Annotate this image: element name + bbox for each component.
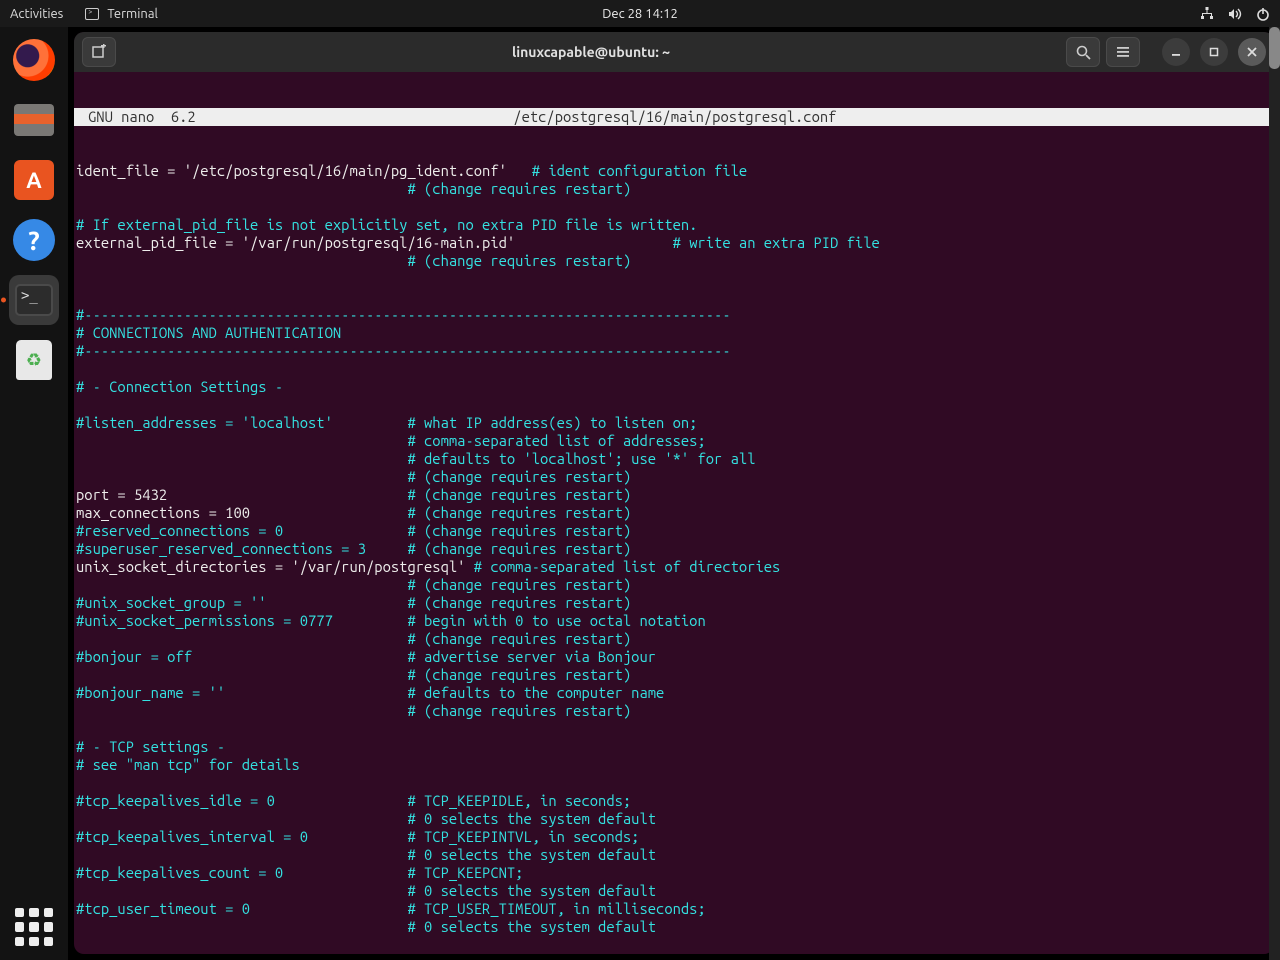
nano-line: #tcp_keepalives_idle = 0 # TCP_KEEPIDLE,… [76, 792, 1274, 810]
nano-line: #tcp_keepalives_interval = 0 # TCP_KEEPI… [76, 828, 1274, 846]
nano-line: # 0 selects the system default [76, 918, 1274, 936]
nano-line: # (change requires restart) [76, 180, 1274, 198]
maximize-button[interactable] [1200, 38, 1228, 66]
nano-line: # see "man tcp" for details [76, 756, 1274, 774]
nano-line: #tcp_user_timeout = 0 # TCP_USER_TIMEOUT… [76, 900, 1274, 918]
nano-line [76, 774, 1274, 792]
trash-icon: ♻ [16, 340, 52, 380]
nano-line: port = 5432 # (change requires restart) [76, 486, 1274, 504]
nano-line: #superuser_reserved_connections = 3 # (c… [76, 540, 1274, 558]
nano-line: # (change requires restart) [76, 630, 1274, 648]
dock: A ? >_ ♻ [0, 27, 68, 960]
nano-line: #unix_socket_group = '' # (change requir… [76, 594, 1274, 612]
search-button[interactable] [1066, 37, 1100, 67]
clock[interactable]: Dec 28 14:12 [602, 7, 678, 21]
hamburger-menu-button[interactable] [1106, 37, 1140, 67]
files-icon [14, 104, 54, 136]
nano-line: # - Connection Settings - [76, 378, 1274, 396]
active-app-indicator[interactable]: Terminal [85, 7, 158, 21]
nano-line: # comma-separated list of addresses; [76, 432, 1274, 450]
window-title: linuxcapable@ubuntu: ~ [122, 44, 1060, 60]
nano-line: max_connections = 100 # (change requires… [76, 504, 1274, 522]
nano-line: # CONNECTIONS AND AUTHENTICATION [76, 324, 1274, 342]
gnome-top-bar: Activities Terminal Dec 28 14:12 [0, 0, 1280, 27]
show-applications-button[interactable] [15, 908, 53, 946]
firefox-icon [13, 39, 55, 81]
nano-line [76, 936, 1274, 954]
nano-header: GNU nano 6.2 /etc/postgresql/16/main/pos… [74, 108, 1274, 126]
nano-line: external_pid_file = '/var/run/postgresql… [76, 234, 1274, 252]
volume-icon[interactable] [1228, 7, 1242, 21]
nano-filename: /etc/postgresql/16/main/postgresql.conf [196, 108, 1274, 126]
dock-item-software[interactable]: A [9, 155, 59, 205]
scrollbar-thumb[interactable] [1269, 27, 1280, 69]
close-button[interactable] [1238, 38, 1266, 66]
dock-item-trash[interactable]: ♻ [9, 335, 59, 385]
nano-line: # defaults to 'localhost'; use '*' for a… [76, 450, 1274, 468]
power-icon[interactable] [1256, 7, 1270, 21]
nano-line: # - TCP settings - [76, 738, 1274, 756]
window-titlebar: linuxcapable@ubuntu: ~ [74, 32, 1274, 72]
nano-line: #listen_addresses = 'localhost' # what I… [76, 414, 1274, 432]
dock-item-terminal[interactable]: >_ [9, 275, 59, 325]
terminal-icon: >_ [15, 284, 53, 316]
scrollbar[interactable] [1269, 27, 1280, 960]
nano-line: # If external_pid_file is not explicitly… [76, 216, 1274, 234]
nano-line: #---------------------------------------… [76, 342, 1274, 360]
dock-item-help[interactable]: ? [9, 215, 59, 265]
nano-line [76, 198, 1274, 216]
activities-button[interactable]: Activities [10, 7, 63, 21]
terminal-window: linuxcapable@ubuntu: ~ GNU nano 6.2 /etc… [74, 32, 1274, 954]
nano-line: # 0 selects the system default [76, 846, 1274, 864]
minimize-button[interactable] [1162, 38, 1190, 66]
help-icon: ? [13, 219, 55, 261]
nano-line: ident_file = '/etc/postgresql/16/main/pg… [76, 162, 1274, 180]
nano-version: GNU nano 6.2 [74, 108, 196, 126]
network-icon[interactable] [1200, 7, 1214, 21]
nano-line: # (change requires restart) [76, 252, 1274, 270]
nano-line: #---------------------------------------… [76, 306, 1274, 324]
nano-line: #reserved_connections = 0 # (change requ… [76, 522, 1274, 540]
nano-line [76, 288, 1274, 306]
nano-line: #bonjour = off # advertise server via Bo… [76, 648, 1274, 666]
nano-line: #bonjour_name = '' # defaults to the com… [76, 684, 1274, 702]
dock-item-firefox[interactable] [9, 35, 59, 85]
nano-line: # (change requires restart) [76, 576, 1274, 594]
nano-line: # (change requires restart) [76, 468, 1274, 486]
active-app-name: Terminal [107, 7, 158, 21]
new-tab-button[interactable] [82, 37, 116, 67]
software-icon: A [14, 160, 54, 200]
nano-line: unix_socket_directories = '/var/run/post… [76, 558, 1274, 576]
terminal-icon [85, 8, 99, 20]
nano-line [76, 360, 1274, 378]
nano-line [76, 270, 1274, 288]
nano-line [76, 720, 1274, 738]
dock-item-files[interactable] [9, 95, 59, 145]
nano-line: #unix_socket_permissions = 0777 # begin … [76, 612, 1274, 630]
nano-line: # 0 selects the system default [76, 810, 1274, 828]
terminal-body[interactable]: GNU nano 6.2 /etc/postgresql/16/main/pos… [74, 72, 1274, 954]
nano-line: # 0 selects the system default [76, 882, 1274, 900]
nano-line [76, 396, 1274, 414]
nano-line: #tcp_keepalives_count = 0 # TCP_KEEPCNT; [76, 864, 1274, 882]
nano-line: # (change requires restart) [76, 666, 1274, 684]
nano-content[interactable]: ident_file = '/etc/postgresql/16/main/pg… [74, 162, 1274, 954]
nano-line: # (change requires restart) [76, 702, 1274, 720]
